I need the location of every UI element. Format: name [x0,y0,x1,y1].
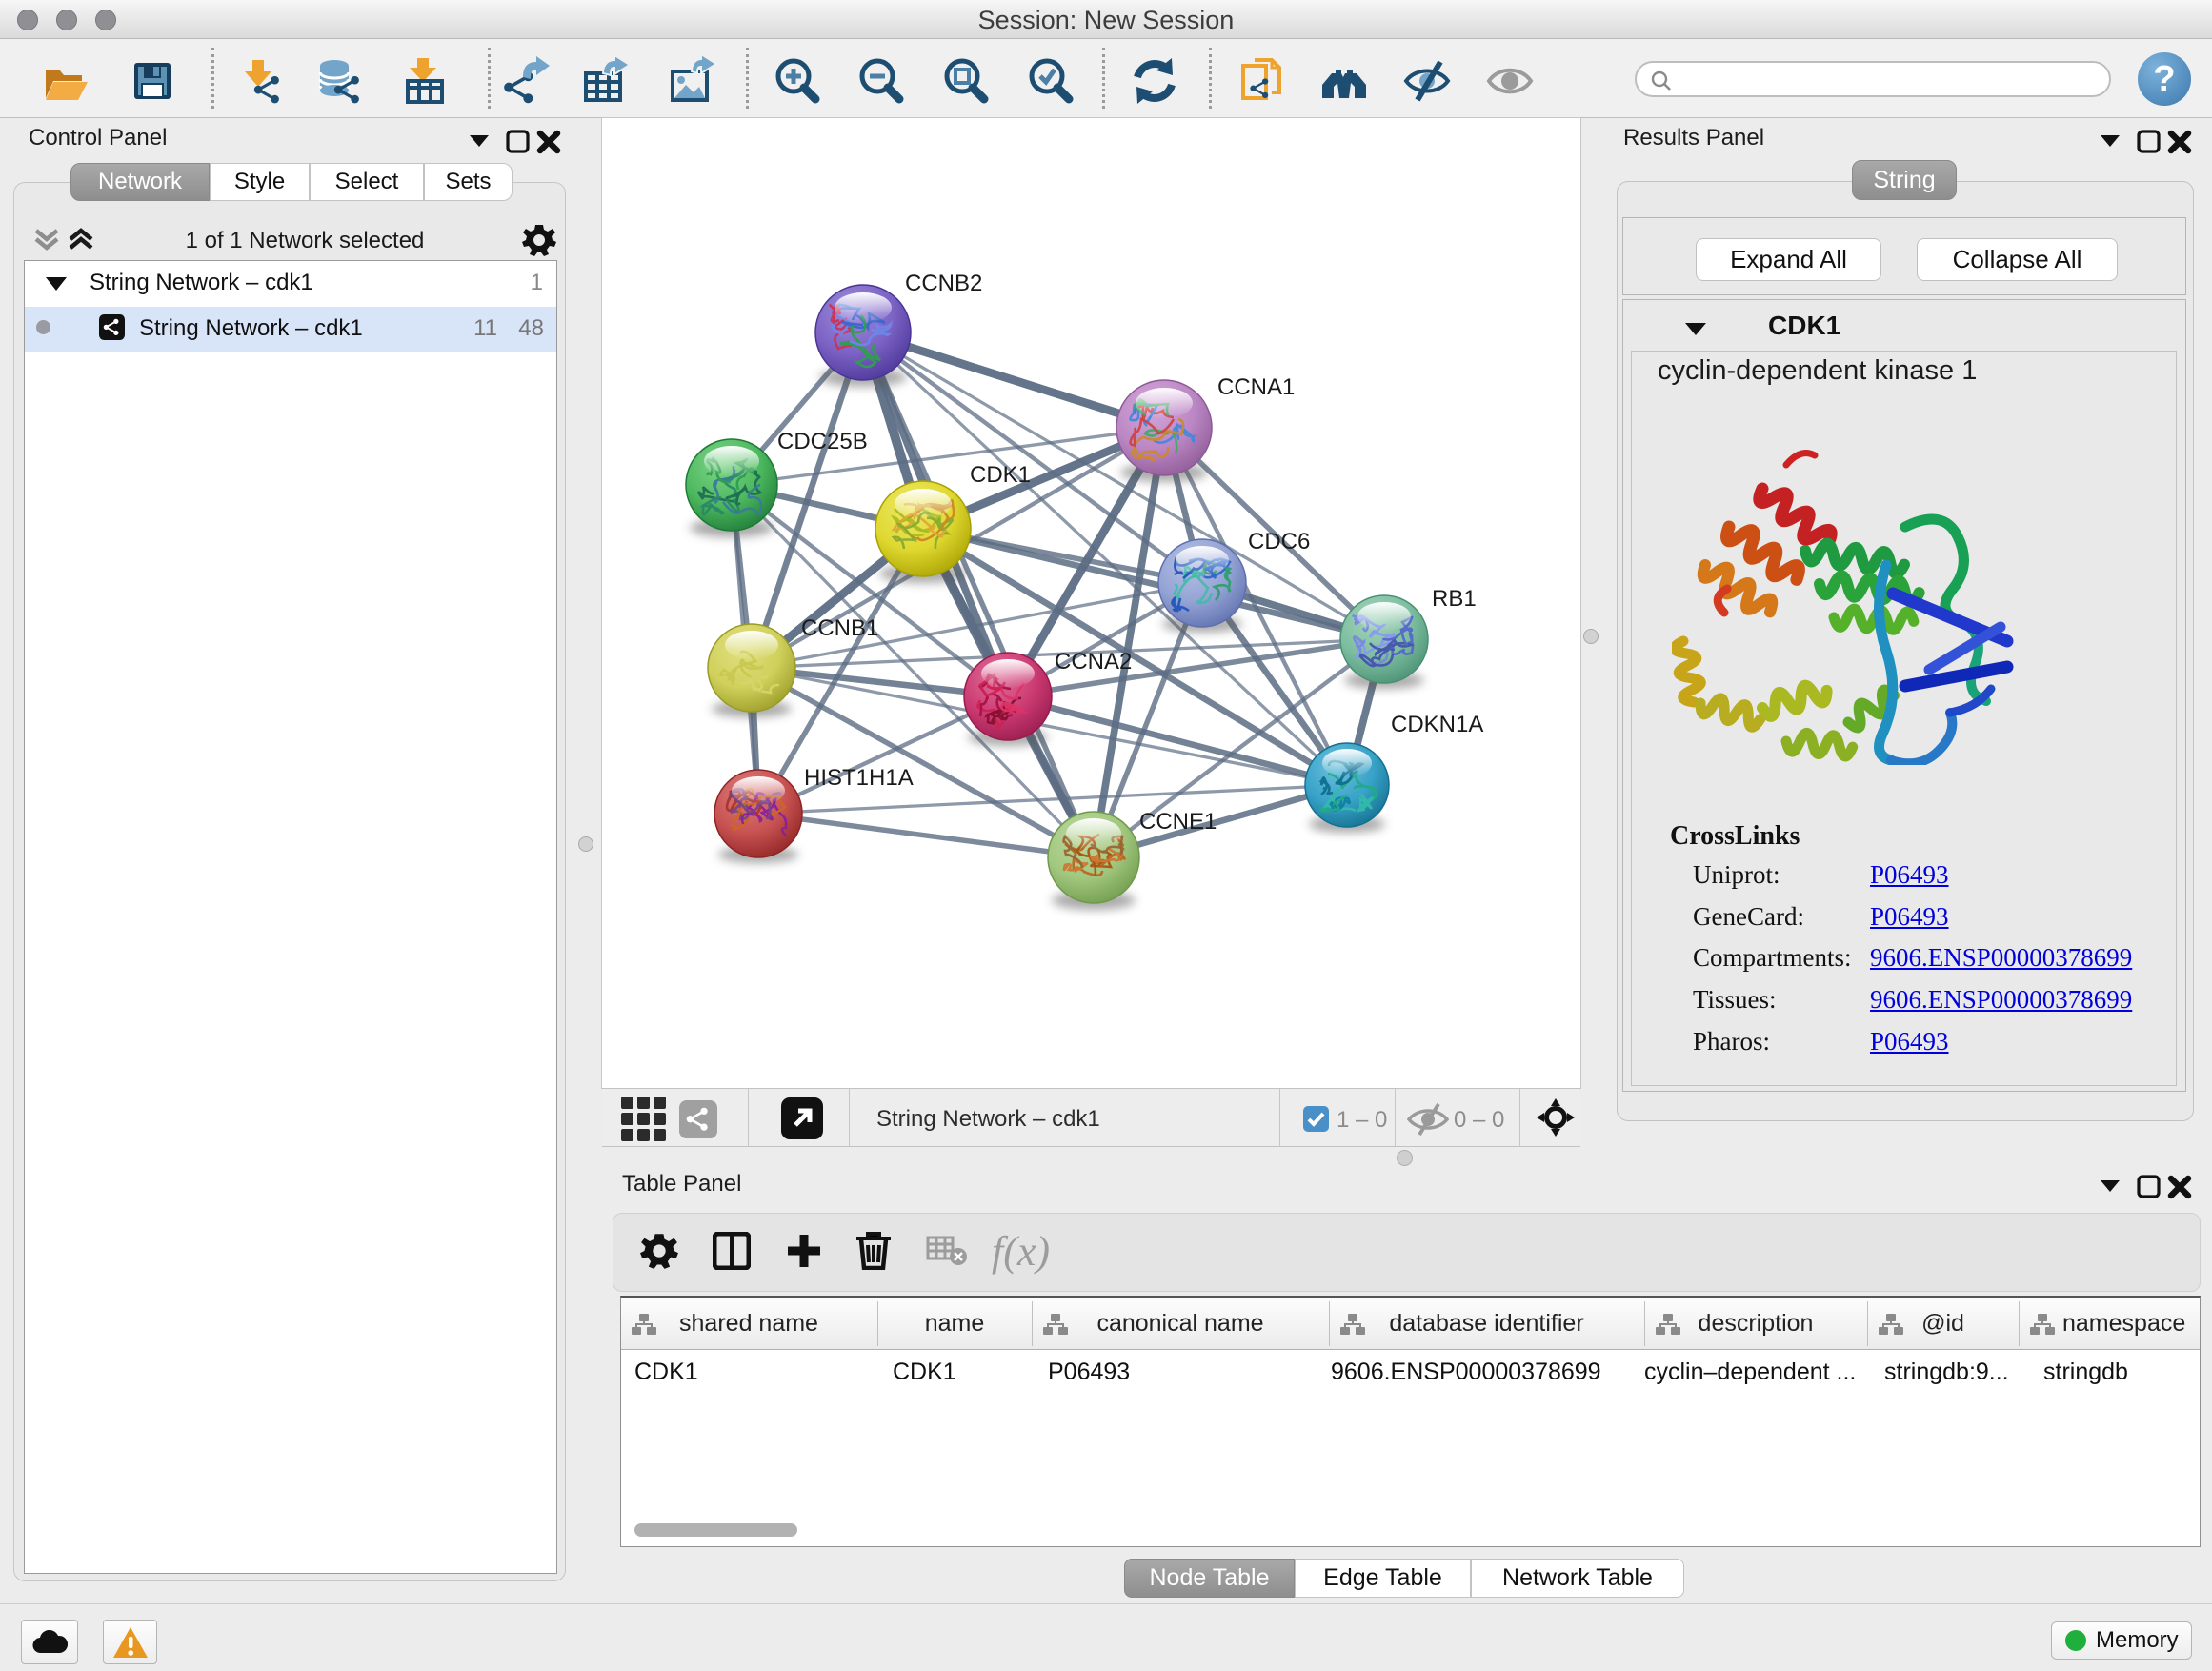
svg-text:CCNA1: CCNA1 [1217,374,1295,400]
svg-text:CDKN1A: CDKN1A [1391,712,1483,737]
svg-text:CCNB2: CCNB2 [905,271,982,296]
svg-text:RB1: RB1 [1432,586,1477,612]
svg-text:HIST1H1A: HIST1H1A [804,765,914,791]
svg-text:CDK1: CDK1 [970,462,1031,488]
svg-text:CCNE1: CCNE1 [1139,809,1217,835]
svg-text:CDC25B: CDC25B [777,429,868,454]
svg-text:CCNA2: CCNA2 [1055,649,1132,674]
svg-text:CDC6: CDC6 [1248,529,1310,554]
svg-text:CCNB1: CCNB1 [801,615,878,641]
